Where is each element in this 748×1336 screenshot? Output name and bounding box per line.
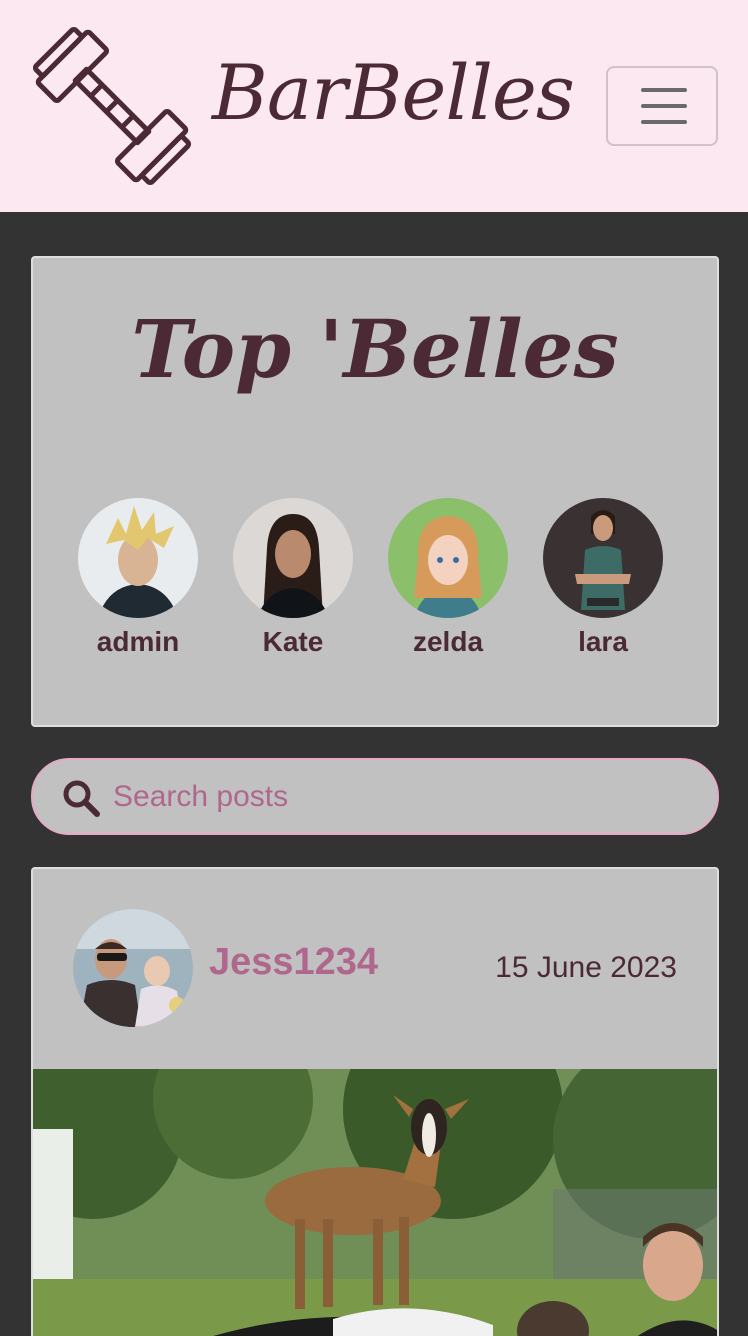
profile-lara[interactable]: lara — [538, 498, 668, 658]
search-bar — [31, 758, 719, 835]
post-date: 15 June 2023 — [495, 951, 677, 984]
profile-name: lara — [578, 626, 628, 657]
avatar[interactable] — [73, 909, 193, 1027]
dumbbell-icon[interactable] — [30, 24, 195, 189]
top-belles-card: Top 'Belles admin Kate zelda lara — [31, 256, 719, 727]
avatar[interactable] — [543, 498, 663, 618]
top-belles-title: Top 'Belles — [131, 302, 619, 396]
search-input[interactable] — [113, 770, 693, 824]
avatar[interactable] — [78, 498, 198, 618]
menu-toggle-button[interactable] — [606, 66, 718, 146]
profile-zelda[interactable]: zelda — [383, 498, 513, 658]
search-icon — [63, 780, 100, 817]
post-image[interactable] — [33, 1069, 717, 1336]
profile-name: Kate — [262, 626, 324, 657]
profile-kate[interactable]: Kate — [228, 498, 358, 658]
profile-name: admin — [96, 626, 180, 657]
profile-admin[interactable]: admin — [73, 498, 203, 658]
post-card: Jess1234 15 June 2023 — [31, 867, 719, 1336]
post-username-link[interactable]: Jess1234 — [209, 941, 378, 984]
profile-name: zelda — [412, 626, 484, 657]
avatar[interactable] — [388, 498, 508, 618]
brand-title[interactable]: BarBelles — [212, 48, 575, 137]
navbar: BarBelles — [0, 0, 748, 212]
avatar[interactable] — [233, 498, 353, 618]
